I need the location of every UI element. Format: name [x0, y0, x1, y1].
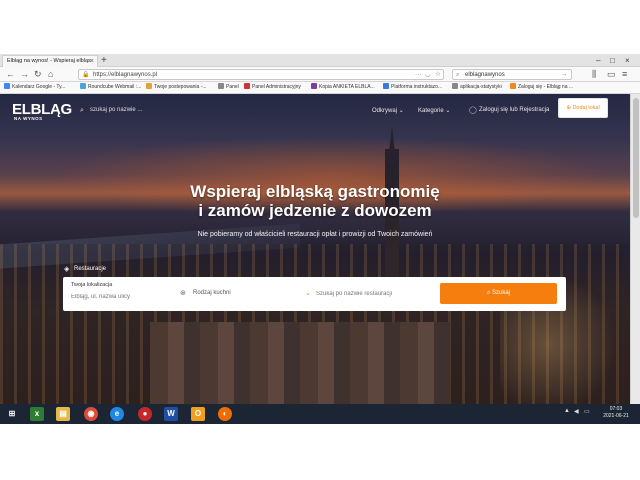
hero-title: Wspieraj elbląską gastronomię i zamów je… [0, 182, 630, 220]
restaurant-icon: ◈ [64, 266, 70, 273]
windows-start-icon[interactable]: ⊞ [5, 407, 19, 421]
search-icon: ⌕ [486, 290, 491, 296]
url-text: https://elblagnawynos.pl [93, 72, 158, 78]
search-icon: ⌕ [456, 72, 460, 78]
search-icon: ⌕ [80, 107, 84, 114]
bookmark-item[interactable]: aplikacja-statystyki [452, 82, 502, 93]
media-player-icon[interactable]: ● [138, 407, 152, 421]
site-logo-subtitle: NA WYNOS [14, 116, 43, 121]
browser-tab[interactable]: Elbląg na wynos! - Wspieraj elbląs × [2, 55, 98, 67]
bookmark-item[interactable]: Kopia ANKIETA ELBLA... [311, 82, 375, 93]
clock-time: 07:03 [609, 406, 623, 412]
browser-search-value: elblagnawynos [465, 72, 505, 78]
windows-taskbar: ⊞ x ▤ ◉ e ● W O ◐ ▲ ◀ ▭ 07:03 2021-06-21 [0, 404, 640, 424]
hero-overlay [0, 94, 630, 404]
volume-icon[interactable]: ◀ [574, 408, 579, 415]
outlook-icon[interactable]: O [191, 407, 205, 421]
screenshot: Elbląg na wynos! - Wspieraj elbląs × + –… [0, 54, 640, 424]
restaurants-tab[interactable]: Restauracje [74, 266, 106, 272]
page-scrollbar[interactable] [630, 94, 640, 404]
browser-navbar: ← → ↻ ⌂ 🔒 https://elblagnawynos.pl ··· ◡… [0, 67, 640, 82]
bookmark-item[interactable]: Twoje postepowania -... [146, 82, 207, 93]
new-tab-icon[interactable]: + [101, 54, 107, 67]
tab-strip: Elbląg na wynos! - Wspieraj elbląs × + –… [0, 54, 640, 67]
chevron-down-icon: ⌄ [305, 290, 311, 297]
bookmark-item[interactable]: Roundcube Webmail :... [80, 82, 141, 93]
bookmark-item[interactable]: Platforma instruktazo... [383, 82, 442, 93]
add-place-button[interactable]: ⊕ Dodaj lokal [558, 98, 608, 118]
sidebar-icon[interactable]: ▭ [607, 69, 616, 80]
back-icon[interactable]: ← [6, 69, 15, 80]
bookmarks-bar: Kalendarz Google - Ty... Roundcube Webma… [0, 82, 640, 94]
header-search-input[interactable]: szukaj po nazwie ... [90, 107, 142, 113]
battery-icon[interactable]: ▭ [584, 408, 590, 415]
clock-date: 2021-06-21 [603, 413, 629, 419]
close-window-icon[interactable]: × [625, 54, 630, 67]
firefox-icon[interactable]: ◐ [218, 407, 232, 421]
target-icon: ⊛ [180, 290, 186, 297]
bookmark-item[interactable]: Panel [218, 82, 239, 93]
restaurant-name-input[interactable] [316, 288, 436, 300]
chevron-down-icon: ⌄ [398, 108, 404, 114]
chevron-down-icon: ⌄ [445, 108, 451, 114]
file-explorer-icon[interactable]: ▤ [56, 407, 70, 421]
site-logo[interactable]: ELBLĄG [12, 102, 72, 117]
word-icon[interactable]: W [164, 407, 178, 421]
search-button[interactable]: ⌕ Szukaj [440, 283, 557, 304]
bookmark-item[interactable]: Kalendarz Google - Ty... [4, 82, 65, 93]
chrome-icon[interactable]: ◉ [84, 407, 98, 421]
bookmark-item[interactable]: Panel Administracyjny [244, 82, 301, 93]
taskbar-clock[interactable]: 07:03 2021-06-21 [596, 406, 636, 420]
browser-search-box[interactable]: ⌕ elblagnawynos → [452, 69, 572, 80]
hero-title-line: i zamów jedzenie z dowozem [198, 201, 432, 220]
bookmark-star-icon[interactable]: ☆ [435, 70, 441, 80]
internet-explorer-icon[interactable]: e [110, 407, 124, 421]
menu-icon[interactable]: ≡ [622, 69, 627, 80]
cuisine-select[interactable]: Rodzaj kuchni [193, 290, 231, 296]
close-tab-icon[interactable]: × [90, 56, 94, 67]
lock-icon: 🔒 [82, 72, 90, 78]
user-icon: ◯ [469, 107, 477, 114]
reload-icon[interactable]: ↻ [34, 69, 42, 80]
network-icon[interactable]: ▲ [564, 408, 570, 414]
bookmark-item[interactable]: Zaloguj się - Elbląg na ... [510, 82, 573, 93]
go-arrow-icon[interactable]: → [561, 70, 568, 80]
maximize-icon[interactable]: □ [610, 54, 615, 67]
minimize-icon[interactable]: – [596, 54, 600, 67]
address-bar[interactable]: 🔒 https://elblagnawynos.pl ··· ◡ ☆ [78, 69, 444, 80]
nav-discover[interactable]: Odkrywaj ⌄ [372, 107, 404, 114]
location-label: Twoja lokalizacja [71, 282, 113, 288]
library-icon[interactable]: ⫼ [592, 69, 596, 80]
nav-categories[interactable]: Kategorie ⌄ [418, 107, 450, 114]
page-actions-icon[interactable]: ··· [415, 70, 422, 80]
restaurant-search-panel: Twoja lokalizacja ⊛ Rodzaj kuchni ⌄ ⌕ Sz… [63, 277, 566, 311]
web-page: ELBLĄG NA WYNOS ⌕ szukaj po nazwie ... O… [0, 94, 630, 404]
login-register-link[interactable]: Zaloguj się lub Rejestracja [479, 107, 549, 113]
excel-icon[interactable]: x [30, 407, 44, 421]
pocket-icon[interactable]: ◡ [425, 70, 431, 80]
tab-title: Elbląg na wynos! - Wspieraj elbląs [7, 58, 91, 64]
home-icon[interactable]: ⌂ [48, 69, 53, 80]
hero-title-line: Wspieraj elbląską gastronomię [190, 182, 440, 201]
pin-icon: ⊕ [566, 105, 571, 111]
forward-icon[interactable]: → [20, 69, 29, 80]
location-input[interactable] [71, 291, 171, 303]
scrollbar-thumb[interactable] [633, 98, 639, 218]
hero-subtitle: Nie pobieramy od właścicieli restauracji… [197, 231, 433, 238]
